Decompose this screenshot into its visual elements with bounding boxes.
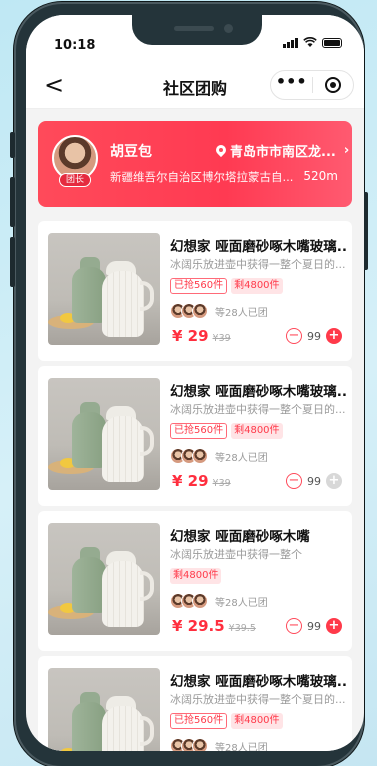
group-buyers: 等28人已团 xyxy=(170,448,268,464)
product-card[interactable]: 幻想家 哑面磨砂啄木嘴玻璃... 冰阔乐放进壶中获得一整个夏日的... 已抢56… xyxy=(38,366,352,506)
remaining-stock-tag: 剩4800件 xyxy=(231,278,283,294)
increase-button[interactable]: + xyxy=(326,473,342,489)
original-price: ¥39 xyxy=(212,333,231,344)
leader-distance: 520m xyxy=(303,169,338,183)
group-count-text: 等28人已团 xyxy=(215,452,268,464)
buyer-avatar xyxy=(192,738,208,751)
group-buyers: 等28人已团 xyxy=(170,738,268,751)
product-tags: 已抢560件 剩4800件 xyxy=(170,713,283,729)
buyer-avatar xyxy=(192,448,208,464)
product-image[interactable] xyxy=(48,668,160,751)
more-menu-button[interactable]: ••• xyxy=(271,74,312,90)
product-card[interactable]: 幻想家 哑面磨砂啄木嘴 冰阔乐放进壶中获得一整个 剩4800件 等28人已团 ¥… xyxy=(38,511,352,651)
close-mini-program-button[interactable] xyxy=(312,77,353,93)
product-price: ¥ 29 ¥39 xyxy=(172,472,231,490)
product-price: ¥ 29 ¥39 xyxy=(172,327,231,345)
decrease-button[interactable]: − xyxy=(286,473,302,489)
chevron-right-icon: › xyxy=(343,143,350,158)
screen: 10:18 < 社区团购 ••• 团长 胡豆包 青岛市市南区龙... › 新疆维… xyxy=(26,15,364,751)
product-title: 幻想家 哑面磨砂啄木嘴玻璃... xyxy=(170,674,346,690)
product-tags: 已抢560件 剩4800件 xyxy=(170,278,283,294)
group-buyers: 等28人已团 xyxy=(170,593,268,609)
mute-switch xyxy=(10,132,15,158)
leader-avatar-wrap: 团长 xyxy=(52,135,98,187)
sold-count-tag: 已抢560件 xyxy=(170,423,228,439)
navigation-bar: < 社区团购 ••• xyxy=(26,61,364,109)
original-price: ¥39 xyxy=(212,478,231,489)
location-selector[interactable]: 青岛市市南区龙... › xyxy=(216,141,349,160)
mini-program-capsule: ••• xyxy=(270,70,354,100)
decrease-button[interactable]: − xyxy=(286,328,302,344)
product-tags: 已抢560件 剩4800件 xyxy=(170,423,283,439)
status-time: 10:18 xyxy=(54,38,96,53)
product-title: 幻想家 哑面磨砂啄木嘴玻璃... xyxy=(170,239,346,255)
product-tags: 剩4800件 xyxy=(170,568,222,584)
battery-icon xyxy=(322,37,342,48)
wifi-icon xyxy=(303,37,317,47)
leader-address: 新疆维吾尔自治区博尔塔拉蒙古自... xyxy=(110,170,294,184)
sold-count-tag: 已抢560件 xyxy=(170,713,228,729)
quantity-stepper: − 99 + xyxy=(286,328,342,344)
quantity-value: 99 xyxy=(307,329,321,343)
volume-down-button xyxy=(10,237,15,287)
location-text: 青岛市市南区龙... xyxy=(230,145,336,160)
product-card[interactable]: 幻想家 哑面磨砂啄木嘴玻璃... 冰阔乐放进壶中获得一整个夏日的... 已抢56… xyxy=(38,656,352,751)
decrease-button[interactable]: − xyxy=(286,618,302,634)
target-icon xyxy=(324,77,341,93)
remaining-stock-tag: 剩4800件 xyxy=(170,568,222,584)
volume-up-button xyxy=(10,177,15,227)
signal-icon xyxy=(283,37,298,48)
group-leader-card[interactable]: 团长 胡豆包 青岛市市南区龙... › 新疆维吾尔自治区博尔塔拉蒙古自... 5… xyxy=(38,121,352,207)
status-icons xyxy=(283,37,342,48)
group-count-text: 等28人已团 xyxy=(215,742,268,752)
product-card[interactable]: 幻想家 哑面磨砂啄木嘴玻璃... 冰阔乐放进壶中获得一整个夏日的... 已抢56… xyxy=(38,221,352,361)
quantity-value: 99 xyxy=(307,474,321,488)
current-price: ¥ 29 xyxy=(172,472,209,490)
front-camera xyxy=(224,24,233,33)
product-subtitle: 冰阔乐放进壶中获得一整个夏日的... xyxy=(170,258,346,271)
quantity-stepper: − 99 + xyxy=(286,618,342,634)
quantity-stepper: − 99 + xyxy=(286,473,342,489)
buyer-avatar xyxy=(192,303,208,319)
current-price: ¥ 29 xyxy=(172,327,209,345)
buyer-avatar xyxy=(192,593,208,609)
product-subtitle: 冰阔乐放进壶中获得一整个夏日的... xyxy=(170,403,346,416)
increase-button[interactable]: + xyxy=(326,618,342,634)
group-count-text: 等28人已团 xyxy=(215,307,268,319)
speaker xyxy=(174,26,214,31)
current-price: ¥ 29.5 xyxy=(172,617,225,635)
product-subtitle: 冰阔乐放进壶中获得一整个夏日的... xyxy=(170,693,346,706)
location-pin-icon xyxy=(216,145,226,157)
product-list: 幻想家 哑面磨砂啄木嘴玻璃... 冰阔乐放进壶中获得一整个夏日的... 已抢56… xyxy=(38,221,352,751)
group-buyers: 等28人已团 xyxy=(170,303,268,319)
remaining-stock-tag: 剩4800件 xyxy=(231,713,283,729)
product-subtitle: 冰阔乐放进壶中获得一整个 xyxy=(170,548,302,561)
leader-badge: 团长 xyxy=(59,173,91,187)
product-image[interactable] xyxy=(48,523,160,635)
increase-button[interactable]: + xyxy=(326,328,342,344)
product-image[interactable] xyxy=(48,378,160,490)
leader-name: 胡豆包 xyxy=(110,144,152,160)
group-count-text: 等28人已团 xyxy=(215,597,268,609)
remaining-stock-tag: 剩4800件 xyxy=(231,423,283,439)
product-title: 幻想家 哑面磨砂啄木嘴玻璃... xyxy=(170,384,346,400)
quantity-value: 99 xyxy=(307,619,321,633)
notch xyxy=(132,15,262,45)
product-price: ¥ 29.5 ¥39.5 xyxy=(172,617,256,635)
original-price: ¥39.5 xyxy=(228,623,256,634)
product-image[interactable] xyxy=(48,233,160,345)
sold-count-tag: 已抢560件 xyxy=(170,278,228,294)
product-title: 幻想家 哑面磨砂啄木嘴 xyxy=(170,529,310,545)
